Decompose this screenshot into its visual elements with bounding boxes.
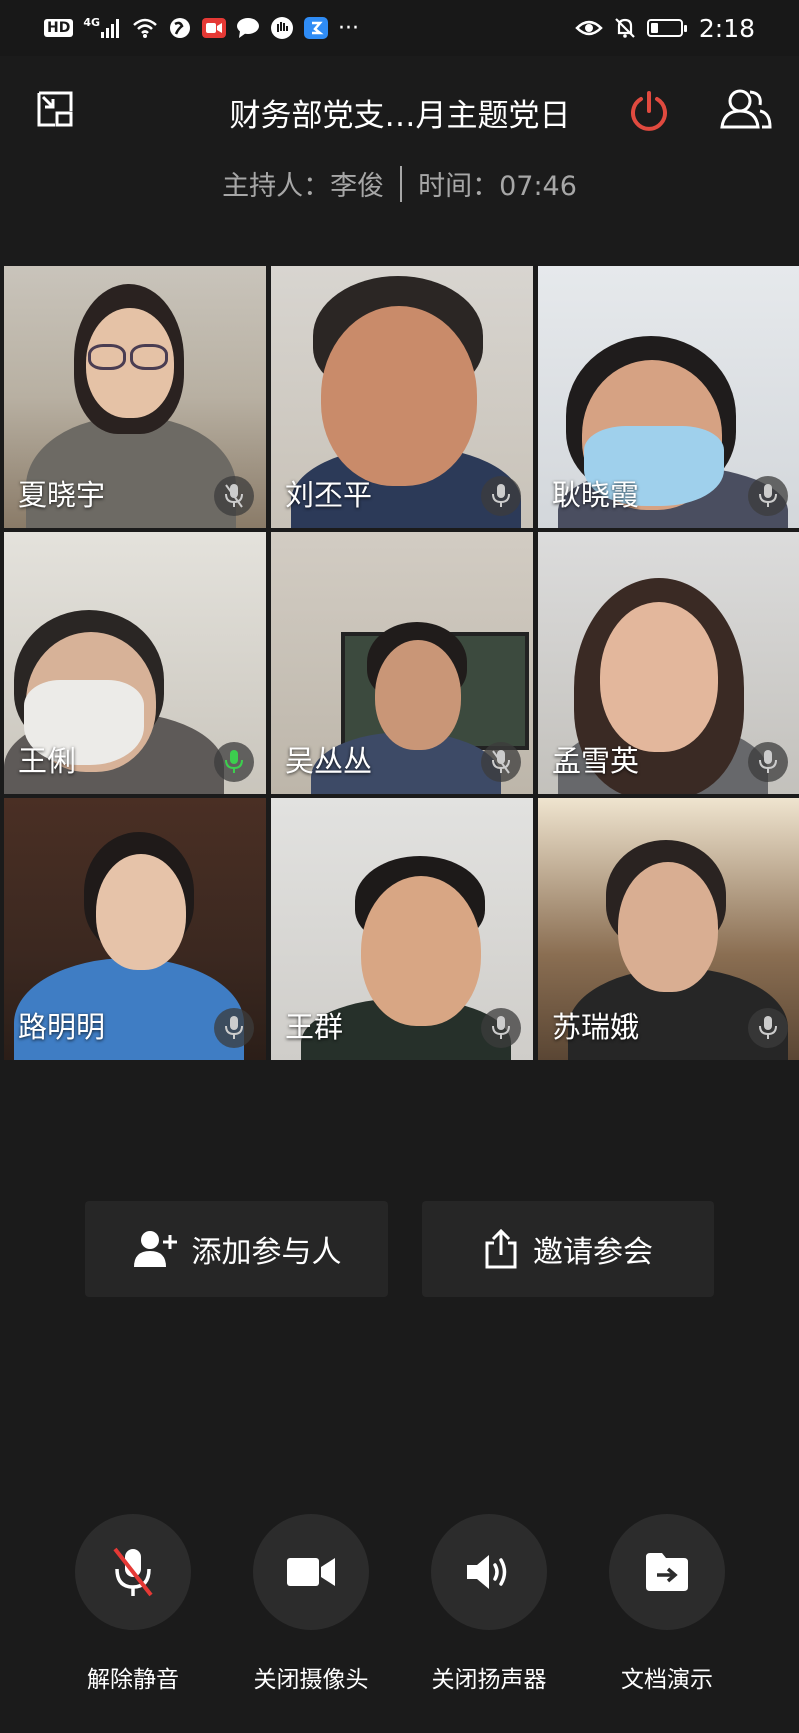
add-participant-button[interactable]: 添加参与人	[85, 1201, 388, 1297]
unmute-control[interactable]: 解除静音	[74, 1514, 192, 1694]
mic-icon	[748, 1008, 788, 1048]
video-tile[interactable]: 王俐	[4, 532, 266, 794]
share-document-icon	[646, 1553, 688, 1591]
participant-name: 王俐	[18, 744, 77, 778]
battery-icon	[646, 19, 687, 37]
unmute-button[interactable]	[75, 1514, 191, 1630]
add-participant-label: 添加参与人	[191, 1235, 342, 1270]
wifi-icon	[132, 17, 158, 39]
mic-icon	[748, 476, 788, 516]
hand-icon	[270, 16, 294, 40]
participant-name: 王群	[285, 1010, 344, 1044]
mic-muted-icon	[113, 1547, 153, 1597]
status-bar: HD 4G ··· 2:18	[0, 0, 799, 56]
participant-name: 耿晓霞	[552, 478, 640, 512]
meeting-info: 主持人：李俊 时间：07:46	[0, 164, 799, 203]
video-tile[interactable]: 路明明	[4, 798, 266, 1060]
mic-muted-icon	[481, 742, 521, 782]
speaker-control[interactable]: 关闭扬声器	[430, 1514, 548, 1694]
video-tile[interactable]: 孟雪英	[538, 532, 799, 794]
video-call-icon	[202, 18, 227, 38]
clock: 2:18	[698, 13, 755, 43]
speaker-label: 关闭扬声器	[431, 1667, 547, 1693]
message-icon	[236, 17, 260, 39]
document-share-button[interactable]	[609, 1514, 725, 1630]
minimize-icon	[37, 91, 73, 127]
mic-icon	[214, 1008, 254, 1048]
camera-label: 关闭摄像头	[253, 1667, 369, 1693]
participant-name: 孟雪英	[552, 744, 640, 778]
unmute-label: 解除静音	[87, 1667, 179, 1693]
video-grid: 夏晓宇 刘丕平 耿晓霞 王俐 吴丛丛 孟雪英 路明明 王群 苏瑞娥	[4, 266, 799, 1060]
power-icon	[631, 91, 667, 131]
participants-icon	[720, 89, 772, 129]
participant-name: 路明明	[18, 1010, 106, 1044]
meeting-title: 财务部党支…月主题党日	[229, 98, 571, 134]
mic-icon	[748, 742, 788, 782]
video-tile[interactable]: 夏晓宇	[4, 266, 266, 528]
participant-name: 刘丕平	[285, 478, 373, 512]
bell-muted-icon	[613, 16, 637, 40]
network-type: 4G	[83, 15, 101, 29]
meeting-time: 时间：07:46	[418, 171, 577, 202]
leave-meeting-button[interactable]	[624, 86, 674, 136]
participants-button[interactable]	[718, 84, 774, 134]
speaker-toggle-button[interactable]	[431, 1514, 547, 1630]
mic-icon	[481, 476, 521, 516]
battery-level	[650, 23, 658, 33]
document-share-control[interactable]: 文档演示	[608, 1514, 726, 1694]
document-share-label: 文档演示	[621, 1667, 713, 1693]
video-tile[interactable]: 吴丛丛	[271, 532, 533, 794]
more-notifications-icon: ···	[338, 15, 360, 41]
video-tile[interactable]: 王群	[271, 798, 533, 1060]
participant-name: 苏瑞娥	[552, 1010, 640, 1044]
camera-control[interactable]: 关闭摄像头	[252, 1514, 370, 1694]
participant-name: 夏晓宇	[18, 478, 106, 512]
eye-comfort-icon	[575, 18, 603, 38]
add-user-icon	[133, 1231, 177, 1267]
video-tile[interactable]: 耿晓霞	[538, 266, 799, 528]
mic-speaking-icon	[214, 742, 254, 782]
participant-name: 吴丛丛	[285, 744, 373, 778]
camera-icon	[287, 1558, 335, 1586]
mic-icon	[481, 1008, 521, 1048]
minimize-window-button[interactable]	[30, 84, 80, 134]
video-tile[interactable]: 刘丕平	[271, 266, 533, 528]
speaker-icon	[467, 1555, 507, 1589]
app-notification-icon	[304, 17, 329, 39]
camera-toggle-button[interactable]	[253, 1514, 369, 1630]
share-icon	[485, 1229, 517, 1269]
mic-muted-icon	[214, 476, 254, 516]
invite-label: 邀请参会	[533, 1235, 653, 1270]
cellular-signal-icon: 4G	[83, 15, 122, 39]
video-tile[interactable]: 苏瑞娥	[538, 798, 799, 1060]
info-divider	[400, 165, 403, 202]
host-label: 主持人：李俊	[222, 171, 385, 202]
meeting-header: 财务部党支…月主题党日 主持人：李俊 时间：07:46	[0, 56, 799, 216]
invite-button[interactable]: 邀请参会	[422, 1201, 714, 1297]
hd-icon: HD	[44, 19, 74, 37]
browser-icon	[168, 16, 192, 40]
